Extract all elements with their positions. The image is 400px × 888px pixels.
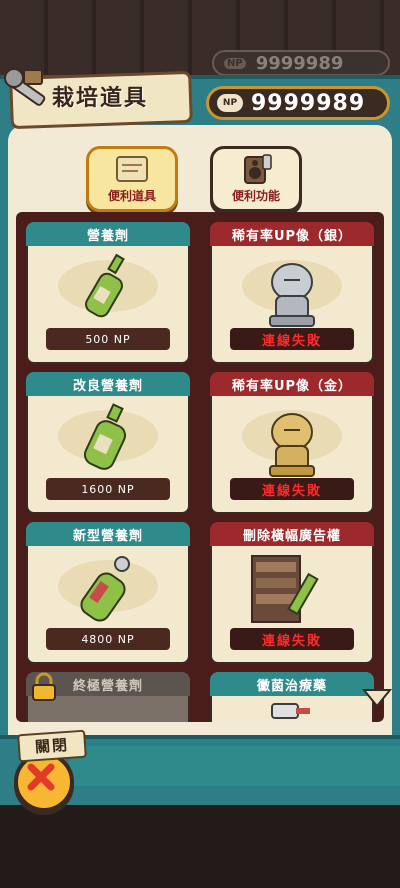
title-banner: 栽培道具 — [0, 66, 193, 130]
item-card-new-nutrient[interactable]: 新型營養劑 4800 NP — [26, 522, 190, 664]
background-np-value: 9999989 — [255, 52, 344, 74]
silver-statue-icon — [269, 263, 315, 327]
np-value: 9999989 — [251, 90, 366, 116]
item-price: 4800 NP — [46, 628, 170, 650]
speaker-icon — [244, 154, 272, 184]
item-name: 新型營養劑 — [26, 522, 190, 546]
item-card-rare-up-gold[interactable]: 稀有率UP像（金） 連線失敗 — [210, 372, 374, 514]
page-title: 栽培道具 — [52, 86, 149, 111]
item-card-mold-treatment[interactable]: 黴菌治療藥 — [210, 672, 374, 722]
lock-icon — [32, 672, 56, 701]
spray-icon — [271, 703, 310, 719]
np-tag: NP — [224, 57, 246, 69]
np-counter: NP 9999989 — [206, 86, 390, 120]
item-status: 連線失敗 — [230, 478, 354, 500]
item-name: 營養劑 — [26, 222, 190, 246]
item-card-remove-banner-ads[interactable]: 刪除橫幅廣告權 連線失敗 — [210, 522, 374, 664]
item-name: 黴菌治療藥 — [210, 672, 374, 696]
item-status: 連線失敗 — [230, 628, 354, 650]
item-card-rare-up-silver[interactable]: 稀有率UP像（銀） 連線失敗 — [210, 222, 374, 364]
background-np-counter: NP 9999989 — [212, 50, 390, 76]
bottle-icon — [85, 253, 125, 318]
item-name: 改良營養劑 — [26, 372, 190, 396]
wrench-hammer-icon — [4, 68, 46, 106]
item-name: 稀有率UP像（金） — [210, 372, 374, 396]
scroll-icon — [116, 156, 148, 182]
item-name: 稀有率UP像（銀） — [210, 222, 374, 246]
item-price: 1600 NP — [46, 478, 170, 500]
item-price: 500 NP — [46, 328, 170, 350]
bottom-strip — [70, 746, 400, 786]
tab-convenience-items[interactable]: 便利道具 — [86, 146, 178, 212]
close-icon[interactable] — [26, 762, 56, 792]
close-label[interactable]: 關閉 — [17, 729, 87, 763]
item-name: 刪除橫幅廣告權 — [210, 522, 374, 546]
floor — [0, 800, 400, 888]
item-card-nutrient[interactable]: 營養劑 500 NP — [26, 222, 190, 364]
tab-label: 便利道具 — [107, 189, 156, 203]
item-grid: 營養劑 500 NP 稀有率UP像（銀） 連線失敗 改良營養劑 1600 NP — [16, 212, 384, 722]
bottle-icon — [83, 403, 127, 470]
item-status: 連線失敗 — [230, 328, 354, 350]
tab-convenience-functions[interactable]: 便利功能 — [210, 146, 302, 212]
np-badge: NP — [217, 94, 243, 112]
ad-remove-icon — [251, 555, 319, 623]
item-card-improved-nutrient[interactable]: 改良營養劑 1600 NP — [26, 372, 190, 514]
scroll-down-arrow-icon[interactable] — [362, 688, 392, 708]
gold-statue-icon — [269, 413, 315, 477]
tab-label: 便利功能 — [231, 189, 280, 203]
bottle-icon — [80, 556, 130, 622]
